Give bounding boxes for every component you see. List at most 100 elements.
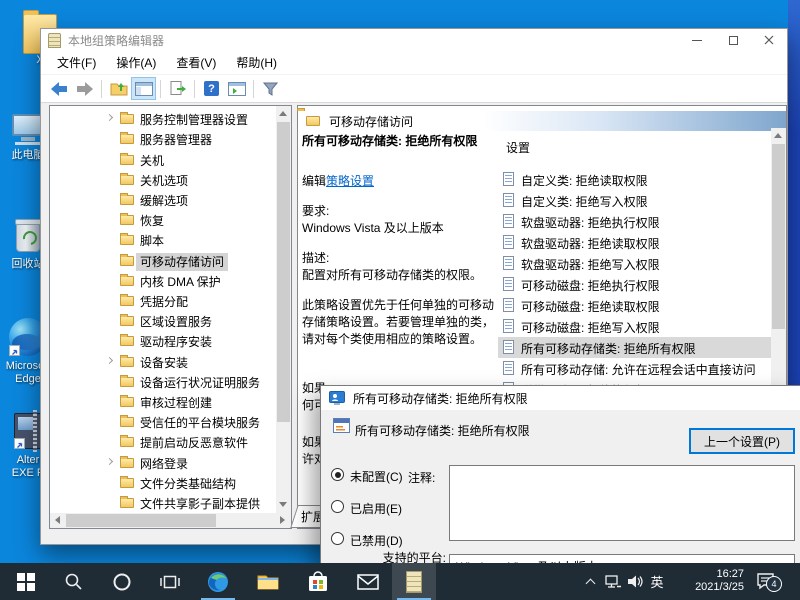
tree-item[interactable]: 网络登录 (50, 452, 276, 472)
tree-item[interactable]: 审核过程创建 (50, 391, 276, 411)
tree-item[interactable]: 设备安装 (50, 351, 276, 371)
radio-not-configured[interactable] (331, 468, 344, 481)
forward-button[interactable] (72, 77, 97, 100)
setting-row[interactable]: 可移动磁盘: 拒绝写入权限 (498, 316, 772, 337)
tree-item[interactable]: 关机 (50, 149, 276, 169)
scroll-left-arrow[interactable] (55, 516, 60, 524)
mail-button[interactable] (346, 563, 390, 600)
scroll-right-arrow[interactable] (280, 516, 285, 524)
radio-enabled[interactable] (331, 500, 344, 513)
radio-disabled-label[interactable]: 已禁用(D) (350, 532, 403, 549)
settings-column-header[interactable]: 设置 (506, 139, 530, 156)
folder-icon (120, 498, 134, 508)
back-icon (51, 82, 68, 96)
tree-item[interactable]: 区域设置服务 (50, 310, 276, 330)
edge-icon (207, 571, 229, 593)
tree-item[interactable]: 驱动程序安装 (50, 330, 276, 350)
desktop: X 此电脑 回收站 MicrosoftEdge AlterEXE P 本地组策略… (0, 0, 800, 600)
tree-item[interactable]: 服务控制管理器设置 (50, 108, 276, 128)
tree-item-selected[interactable]: 可移动存储访问 (50, 250, 276, 270)
dialog-titlebar[interactable]: 所有可移动存储类: 拒绝所有权限 (321, 386, 800, 410)
radio-disabled[interactable] (331, 532, 344, 545)
menu-view[interactable]: 查看(V) (166, 51, 226, 74)
policy-title: 所有可移动存储类: 拒绝所有权限 (302, 132, 502, 149)
tree-item[interactable]: 脚本 (50, 229, 276, 249)
menu-file[interactable]: 文件(F) (47, 51, 106, 74)
cortana-button[interactable] (100, 563, 144, 600)
tree-horizontal-scrollbar[interactable] (50, 513, 291, 528)
filter-button[interactable] (258, 77, 283, 100)
scrollbar-thumb[interactable] (277, 122, 290, 422)
menu-help[interactable]: 帮助(H) (226, 51, 287, 74)
policy-doc-icon (503, 340, 514, 354)
tree-item[interactable]: 服务器管理器 (50, 128, 276, 148)
setting-row[interactable]: 软盘驱动器: 拒绝读取权限 (498, 232, 772, 253)
extended-view-icon (228, 82, 246, 96)
minimize-button[interactable] (679, 29, 715, 51)
policy-settings-link[interactable]: 策略设置 (326, 174, 374, 188)
speaker-icon (628, 575, 643, 588)
policy-doc-icon (503, 298, 514, 312)
tree-item[interactable]: 凭据分配 (50, 290, 276, 310)
scrollbar-thumb[interactable] (66, 514, 216, 527)
file-explorer-button[interactable] (246, 563, 290, 600)
taskbar-edge-button[interactable] (196, 563, 240, 600)
folder-icon (120, 296, 134, 306)
taskbar-gpedit-button[interactable] (392, 563, 436, 600)
tree-item[interactable]: 内核 DMA 保护 (50, 270, 276, 290)
setting-row[interactable]: 软盘驱动器: 拒绝写入权限 (498, 253, 772, 274)
tree-item[interactable]: 文件共享影子副本提供 (50, 492, 276, 512)
expand-chevron-icon[interactable] (106, 458, 113, 465)
folder-icon (120, 478, 134, 488)
close-button[interactable] (751, 29, 787, 51)
setting-row[interactable]: 软盘驱动器: 拒绝执行权限 (498, 211, 772, 232)
folder-icon (120, 417, 134, 427)
setting-row[interactable]: 可移动磁盘: 拒绝读取权限 (498, 295, 772, 316)
window-titlebar[interactable]: 本地组策略编辑器 (41, 29, 787, 51)
scroll-down-arrow[interactable] (279, 502, 287, 507)
show-console-tree-button[interactable] (131, 77, 156, 100)
notification-count-badge[interactable]: 4 (766, 576, 782, 592)
expand-chevron-icon[interactable] (106, 114, 113, 121)
minimize-icon (692, 40, 702, 41)
setting-row[interactable]: 自定义类: 拒绝读取权限 (498, 169, 772, 190)
tree-item[interactable]: 受信任的平台模块服务 (50, 411, 276, 431)
task-view-button[interactable] (148, 563, 192, 600)
taskbar-clock[interactable]: 16:27 2021/3/25 (668, 568, 744, 594)
up-one-level-button[interactable] (106, 77, 131, 100)
scrollbar-thumb[interactable] (772, 144, 785, 329)
scroll-up-arrow[interactable] (774, 133, 782, 138)
comment-textarea[interactable] (449, 465, 795, 541)
mail-icon (357, 574, 379, 590)
radio-not-configured-label[interactable]: 未配置(C) (350, 468, 403, 485)
show-extended-view-button[interactable] (224, 77, 249, 100)
tree-item[interactable]: 关机选项 (50, 169, 276, 189)
help-button[interactable]: ? (199, 77, 224, 100)
setting-row[interactable]: 所有可移动存储: 允许在远程会话中直接访问 (498, 358, 772, 379)
setting-row-selected[interactable]: 所有可移动存储类: 拒绝所有权限 (498, 337, 772, 358)
tree-item[interactable]: 提前启动反恶意软件 (50, 431, 276, 451)
tree-vertical-scrollbar[interactable] (276, 106, 291, 513)
tree-item[interactable]: 文件分类基础结构 (50, 472, 276, 492)
clock-date: 2021/3/25 (668, 581, 744, 594)
policy-doc-icon (503, 172, 514, 186)
radio-enabled-label[interactable]: 已启用(E) (350, 500, 402, 517)
tree-item[interactable]: 缓解选项 (50, 189, 276, 209)
tree-item[interactable]: 恢复 (50, 209, 276, 229)
menu-action[interactable]: 操作(A) (106, 51, 166, 74)
previous-setting-button[interactable]: 上一个设置(P) (689, 428, 795, 454)
scroll-up-arrow[interactable] (279, 111, 287, 116)
search-button[interactable] (52, 563, 96, 600)
microsoft-store-button[interactable] (296, 563, 340, 600)
export-list-button[interactable] (165, 77, 190, 100)
maximize-button[interactable] (715, 29, 751, 51)
setting-row[interactable]: 自定义类: 拒绝写入权限 (498, 190, 772, 211)
policy-doc-icon (503, 277, 514, 291)
ime-indicator[interactable]: 英 (644, 563, 670, 600)
expand-chevron-icon[interactable] (106, 357, 113, 364)
back-button[interactable] (47, 77, 72, 100)
tree-item[interactable]: 设备运行状况证明服务 (50, 371, 276, 391)
start-button[interactable] (4, 563, 48, 600)
setting-row[interactable]: 可移动磁盘: 拒绝执行权限 (498, 274, 772, 295)
network-icon (605, 575, 621, 588)
